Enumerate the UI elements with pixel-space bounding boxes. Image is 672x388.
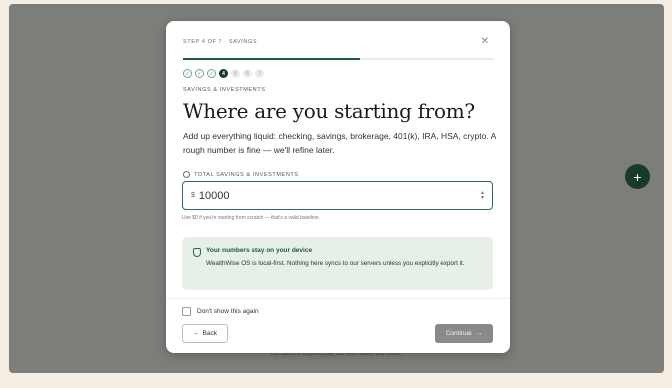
back-button[interactable]: ← Back [182,324,228,343]
close-icon[interactable]: ✕ [481,36,489,47]
checkbox-box[interactable] [182,307,191,316]
onboarding-modal: STEP 4 OF 7 · SAVINGS ✕ ✓ ✓ ✓ 4 5 6 7 SAVINGS … [166,21,510,353]
back-label: Back [202,330,217,337]
field-label: TOTAL SAVINGS & INVESTMENTS [183,171,299,178]
privacy-callout: Your numbers stay on your device WealthW… [182,237,493,290]
step-indicator-text: STEP 4 OF 7 · SAVINGS [183,39,258,45]
number-stepper[interactable]: ▲ ▼ [480,190,485,201]
continue-label: Continue [445,330,472,337]
description: Add up everything liquid: checking, savi… [183,131,496,155]
callout-body: WealthWise OS is local-first. Nothing he… [206,260,465,267]
field-hint: Use $0 if you're starting from scratch —… [182,215,321,221]
step-dot-7: 7 [255,69,264,78]
currency-symbol: $ [191,192,195,199]
field-label-text: TOTAL SAVINGS & INVESTMENTS [194,171,299,178]
step-dot-3: ✓ [207,69,216,78]
shield-icon [193,248,201,257]
arrow-right-icon: → [475,330,483,337]
step-dot-5: 5 [231,69,240,78]
savings-value[interactable]: 10000 [199,190,480,202]
step-dot-6: 6 [243,69,252,78]
step-dots: ✓ ✓ ✓ 4 5 6 7 [183,69,264,78]
step-dot-1: ✓ [183,69,192,78]
step-dot-4: 4 [219,69,228,78]
plus-icon: + [633,168,642,185]
arrow-left-icon: ← [193,330,200,337]
progress-bar [183,58,493,60]
savings-icon [183,171,190,178]
dont-show-again-checkbox[interactable]: Don't show this again [182,307,259,316]
callout-title: Your numbers stay on your device [206,247,313,254]
page-title: Where are you starting from? [183,99,475,123]
savings-input[interactable]: $ 10000 ▲ ▼ [182,181,493,210]
progress-fill [183,58,360,60]
continue-button[interactable]: Continue → [435,324,493,343]
page-bottom [0,374,672,388]
divider [166,298,510,299]
step-dot-2: ✓ [195,69,204,78]
section-label: SAVINGS & INVESTMENTS [183,87,266,93]
add-button[interactable]: + [625,164,650,189]
checkbox-label: Don't show this again [197,308,259,315]
